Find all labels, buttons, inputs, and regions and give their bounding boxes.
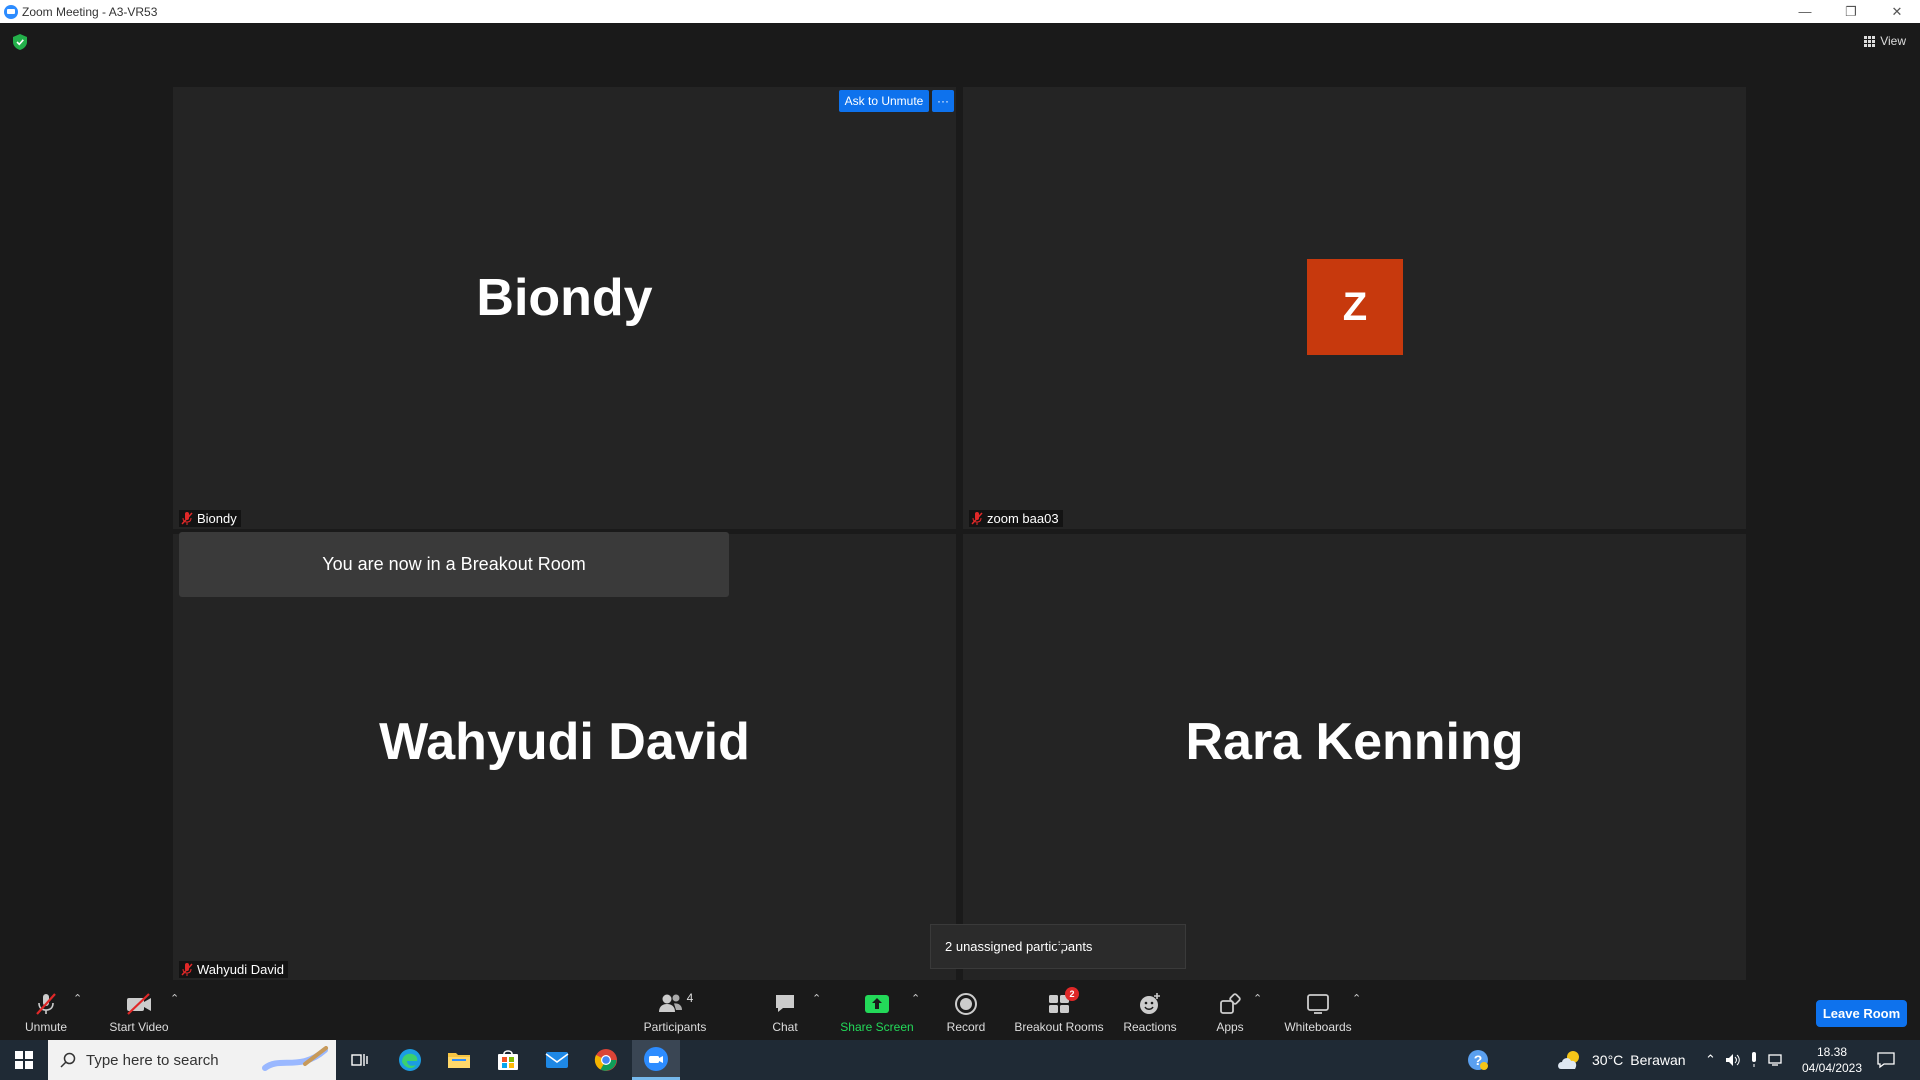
network-icon[interactable] xyxy=(1768,1053,1784,1067)
participant-label-text: Biondy xyxy=(197,511,237,526)
view-button[interactable]: View xyxy=(1864,34,1906,48)
close-button[interactable]: ✕ xyxy=(1874,0,1920,23)
share-options-caret[interactable]: ⌃ xyxy=(911,992,920,1005)
share-screen-button[interactable]: Share Screen xyxy=(836,980,918,1040)
participants-button[interactable]: 4 Participants xyxy=(635,980,715,1040)
apps-icon xyxy=(1220,993,1241,1014)
zoom-app-icon[interactable] xyxy=(632,1040,680,1080)
video-off-icon xyxy=(127,993,151,1015)
participants-icon xyxy=(658,994,682,1012)
share-screen-icon xyxy=(865,995,889,1013)
file-explorer-icon[interactable] xyxy=(435,1040,483,1080)
apps-label: Apps xyxy=(1216,1020,1244,1034)
weather-desc: Berawan xyxy=(1630,1052,1686,1068)
record-icon xyxy=(955,993,977,1015)
show-hidden-icons-icon[interactable]: ⌃ xyxy=(1705,1052,1716,1068)
chrome-icon[interactable] xyxy=(582,1040,630,1080)
apps-options-caret[interactable]: ⌃ xyxy=(1253,992,1262,1005)
edge-browser-icon[interactable] xyxy=(386,1040,434,1080)
leave-room-button[interactable]: Leave Room xyxy=(1816,1000,1907,1027)
avatar: Z xyxy=(1307,259,1403,355)
unmute-label: Unmute xyxy=(24,1020,68,1034)
whiteboards-options-caret[interactable]: ⌃ xyxy=(1352,992,1361,1005)
participant-name: Wahyudi David xyxy=(379,713,750,771)
record-button[interactable]: Record xyxy=(940,980,992,1040)
microphone-icon[interactable] xyxy=(1749,1052,1759,1068)
start-button[interactable] xyxy=(0,1040,48,1080)
breakout-room-notification: You are now in a Breakout Room xyxy=(179,532,729,597)
breakout-rooms-button[interactable]: 2 Breakout Rooms xyxy=(1013,980,1105,1040)
clock-date: 04/04/2023 xyxy=(1801,1061,1863,1075)
restore-button[interactable]: ❐ xyxy=(1828,0,1874,23)
muted-mic-icon xyxy=(36,993,56,1015)
reactions-icon xyxy=(1140,993,1160,1014)
participant-label: Biondy xyxy=(179,510,241,527)
windows-logo-icon xyxy=(15,1051,33,1069)
view-label: View xyxy=(1880,34,1906,48)
window-title: Zoom Meeting - A3-VR53 xyxy=(22,4,158,19)
grid-view-icon xyxy=(1864,35,1876,47)
muted-mic-icon xyxy=(971,512,983,525)
help-icon[interactable]: ? xyxy=(1466,1040,1490,1080)
chat-icon xyxy=(776,995,794,1012)
microsoft-store-icon[interactable] xyxy=(484,1040,532,1080)
search-highlight-art-icon xyxy=(262,1046,328,1071)
reactions-label: Reactions xyxy=(1123,1020,1177,1034)
unmute-button[interactable]: Unmute xyxy=(16,980,76,1040)
audio-options-caret[interactable]: ⌃ xyxy=(73,992,82,1005)
participant-label: zoom baa03 xyxy=(969,510,1063,527)
breakout-rooms-badge: 2 xyxy=(1065,987,1079,1001)
meeting-area: View Biondy Biondy Ask to Unmute ··· zoo… xyxy=(0,23,1920,980)
muted-mic-icon xyxy=(181,512,193,525)
whiteboards-label: Whiteboards xyxy=(1284,1020,1352,1034)
start-video-label: Start Video xyxy=(109,1020,169,1034)
start-video-button[interactable]: Start Video xyxy=(102,980,176,1040)
clock-time: 18.38 xyxy=(1816,1045,1848,1059)
speaker-icon[interactable] xyxy=(1725,1053,1741,1067)
record-label: Record xyxy=(946,1020,986,1034)
more-options-button[interactable]: ··· xyxy=(932,90,954,112)
window-controls: — ❐ ✕ xyxy=(1782,0,1920,23)
chat-button[interactable]: Chat xyxy=(760,980,810,1040)
video-tile-rara-kenning[interactable]: Rara Kenning xyxy=(963,534,1746,980)
title-bar: Zoom Meeting - A3-VR53 — ❐ ✕ xyxy=(0,0,1920,23)
zoom-logo-icon xyxy=(4,4,18,19)
ask-to-unmute-button[interactable]: Ask to Unmute xyxy=(839,90,929,112)
breakout-rooms-label: Breakout Rooms xyxy=(1014,1020,1104,1034)
search-icon xyxy=(60,1052,76,1068)
video-options-caret[interactable]: ⌃ xyxy=(170,992,179,1005)
cloudy-weather-icon xyxy=(1558,1051,1579,1069)
chat-options-caret[interactable]: ⌃ xyxy=(812,992,821,1005)
taskbar-clock[interactable]: 18.38 04/04/2023 xyxy=(1788,1044,1876,1076)
meeting-toolbar: Unmute ⌃ Start Video ⌃ 4 Participants Ch… xyxy=(0,980,1920,1040)
task-view-icon[interactable] xyxy=(336,1040,384,1080)
weather-temp: 30°C xyxy=(1592,1052,1624,1068)
tray-icons: ⌃ xyxy=(1705,1040,1784,1080)
video-tile-biondy[interactable]: Biondy Biondy xyxy=(173,87,956,529)
mail-icon[interactable] xyxy=(533,1040,581,1080)
windows-taskbar: Type here to search ? 30°C Berawan ⌃ 18.… xyxy=(0,1040,1920,1080)
taskbar-search-box[interactable]: Type here to search xyxy=(48,1040,336,1080)
share-screen-label: Share Screen xyxy=(840,1020,914,1034)
participant-label-text: Wahyudi David xyxy=(197,962,284,977)
whiteboard-icon xyxy=(1307,994,1329,1014)
participant-name: Biondy xyxy=(476,269,653,327)
weather-widget[interactable]: 30°C Berawan xyxy=(1556,1040,1686,1080)
participant-label: Wahyudi David xyxy=(179,961,288,978)
participant-label-text: zoom baa03 xyxy=(987,511,1059,526)
reactions-button[interactable]: Reactions xyxy=(1120,980,1180,1040)
muted-mic-icon xyxy=(181,963,193,976)
whiteboards-button[interactable]: Whiteboards xyxy=(1280,980,1356,1040)
tooltip-caret xyxy=(1053,945,1067,952)
apps-button[interactable]: Apps xyxy=(1210,980,1250,1040)
chat-label: Chat xyxy=(772,1020,798,1034)
notifications-icon[interactable] xyxy=(1876,1040,1896,1080)
participant-name: Rara Kenning xyxy=(1185,713,1524,771)
participants-label: Participants xyxy=(643,1020,707,1034)
minimize-button[interactable]: — xyxy=(1782,0,1828,23)
video-tile-wahyudi-david[interactable]: Wahyudi David Wahyudi David xyxy=(173,534,956,980)
participants-count: 4 xyxy=(686,991,694,1005)
encryption-shield-icon[interactable] xyxy=(13,34,27,50)
search-placeholder: Type here to search xyxy=(86,1051,219,1069)
